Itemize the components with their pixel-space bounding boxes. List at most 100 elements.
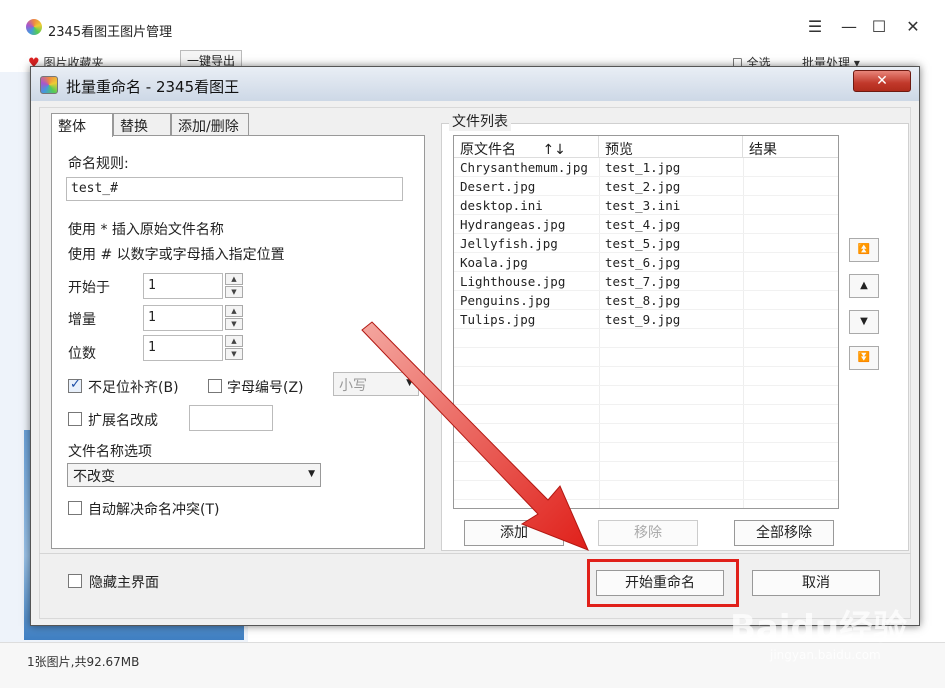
table-row[interactable]: Tulips.jpg test_9.jpg [454, 310, 838, 329]
hint-number-insert: 使用 # 以数字或字母插入指定位置 [68, 247, 285, 263]
cell-original-name: Hydrangeas.jpg [460, 217, 566, 232]
pad-label: 不足位补齐(B) [88, 380, 179, 396]
file-listview: 原文件名 ↑↓ 预览 结果 Chrysanthemum.jpg test_1.jp… [453, 135, 839, 509]
spin-down-icon[interactable]: ▼ [225, 318, 243, 330]
move-down-button[interactable]: ▼ [849, 310, 879, 334]
row-line [454, 176, 838, 177]
ext-label: 扩展名改成 [88, 413, 158, 429]
ext-input[interactable] [189, 405, 273, 431]
row-line [454, 366, 838, 367]
batch-rename-dialog: 批量重命名 - 2345看图王 ✕ 整体 替换 添加/删除 命名规则: test… [30, 66, 920, 626]
step-stepper: 1 ▲ ▼ [143, 305, 243, 331]
row-line [454, 195, 838, 196]
move-top-button[interactable]: ⏫ [849, 238, 879, 262]
row-line [454, 347, 838, 348]
dialog-close-button[interactable]: ✕ [853, 70, 911, 92]
table-row[interactable]: Desert.jpg test_2.jpg [454, 177, 838, 196]
cell-original-name: Koala.jpg [460, 255, 528, 270]
row-line [454, 404, 838, 405]
spin-up-icon[interactable]: ▲ [225, 273, 243, 285]
spin-up-icon[interactable]: ▲ [225, 305, 243, 317]
hide-main-checkbox[interactable] [68, 574, 82, 588]
minimize-icon[interactable]: — [838, 16, 860, 38]
watermark-logo: Baidu经验 [730, 608, 908, 648]
column-preview[interactable]: 预览 [599, 136, 743, 158]
maximize-icon[interactable]: ☐ [868, 16, 890, 38]
row-line [454, 423, 838, 424]
cell-original-name: Desert.jpg [460, 179, 536, 194]
chevron-down-icon: ▼ [308, 469, 315, 479]
column-original-label: 原文件名 [460, 142, 516, 158]
table-row[interactable]: Lighthouse.jpg test_7.jpg [454, 272, 838, 291]
digits-input[interactable]: 1 [143, 335, 223, 361]
digits-stepper: 1 ▲ ▼ [143, 335, 243, 361]
table-row[interactable]: Koala.jpg test_6.jpg [454, 253, 838, 272]
tab-overall[interactable]: 整体 [51, 113, 113, 137]
cell-original-name: Jellyfish.jpg [460, 236, 558, 251]
row-line [454, 328, 838, 329]
cell-preview: test_9.jpg [605, 312, 681, 327]
name-option-label: 文件名称选项 [68, 444, 152, 460]
column-original-name[interactable]: 原文件名 ↑↓ [454, 136, 599, 158]
row-line [454, 442, 838, 443]
spin-up-icon[interactable]: ▲ [225, 335, 243, 347]
cell-preview: test_7.jpg [605, 274, 681, 289]
table-row[interactable]: Penguins.jpg test_8.jpg [454, 291, 838, 310]
case-select-value: 小写 [339, 378, 367, 394]
cell-original-name: Lighthouse.jpg [460, 274, 566, 289]
ext-checkbox[interactable] [68, 412, 82, 426]
app-title: 2345看图王图片管理 [48, 25, 173, 40]
tab-add-delete[interactable]: 添加/删除 [171, 113, 249, 135]
table-row[interactable]: Jellyfish.jpg test_5.jpg [454, 234, 838, 253]
row-line [454, 309, 838, 310]
cancel-button[interactable]: 取消 [752, 570, 880, 596]
table-row[interactable]: desktop.ini test_3.ini [454, 196, 838, 215]
case-select[interactable]: 小写 ▼ [333, 372, 419, 396]
row-line [454, 252, 838, 253]
chevron-down-icon: ▼ [406, 378, 413, 388]
start-label: 开始于 [68, 280, 110, 296]
step-input[interactable]: 1 [143, 305, 223, 331]
spin-down-icon[interactable]: ▼ [225, 348, 243, 360]
table-row[interactable]: Chrysanthemum.jpg test_1.jpg [454, 158, 838, 177]
dialog-title: 批量重命名 - 2345看图王 [66, 78, 240, 96]
footer-divider [39, 553, 911, 554]
hide-main-label: 隐藏主界面 [89, 575, 159, 591]
row-line [454, 214, 838, 215]
digits-label: 位数 [68, 346, 96, 362]
rule-input[interactable]: test_# [66, 177, 403, 201]
cell-original-name: Chrysanthemum.jpg [460, 160, 588, 175]
cell-preview: test_1.jpg [605, 160, 681, 175]
row-line [454, 499, 838, 500]
pad-checkbox[interactable] [68, 377, 82, 393]
add-button[interactable]: 添加 [464, 520, 564, 546]
alpha-checkbox[interactable] [208, 379, 222, 393]
step-label: 增量 [68, 312, 96, 328]
sort-icon: ↑↓ [542, 142, 566, 158]
row-line [454, 271, 838, 272]
tab-replace[interactable]: 替换 [113, 113, 171, 135]
name-option-select[interactable]: 不改变 ▼ [67, 463, 321, 487]
watermark-url: jingyan.baidu.com [770, 648, 881, 662]
row-line [454, 461, 838, 462]
resolve-conflict-label: 自动解决命名冲突(T) [88, 502, 220, 518]
cell-original-name: Penguins.jpg [460, 293, 551, 308]
start-stepper: 1 ▲ ▼ [143, 273, 243, 299]
menu-icon[interactable]: ☰ [804, 16, 826, 38]
move-up-button[interactable]: ▲ [849, 274, 879, 298]
cell-original-name: desktop.ini [460, 198, 543, 213]
spin-down-icon[interactable]: ▼ [225, 286, 243, 298]
app-icon [40, 76, 58, 94]
column-result[interactable]: 结果 [743, 136, 838, 158]
cell-preview: test_3.ini [605, 198, 681, 213]
file-list-title: 文件列表 [449, 111, 511, 131]
cell-preview: test_8.jpg [605, 293, 681, 308]
close-icon[interactable]: ✕ [902, 16, 924, 38]
move-bottom-button[interactable]: ⏬ [849, 346, 879, 370]
start-input[interactable]: 1 [143, 273, 223, 299]
remove-all-button[interactable]: 全部移除 [734, 520, 834, 546]
name-option-value: 不改变 [73, 469, 115, 485]
resolve-conflict-checkbox[interactable] [68, 501, 82, 515]
table-row[interactable]: Hydrangeas.jpg test_4.jpg [454, 215, 838, 234]
remove-button[interactable]: 移除 [598, 520, 698, 546]
